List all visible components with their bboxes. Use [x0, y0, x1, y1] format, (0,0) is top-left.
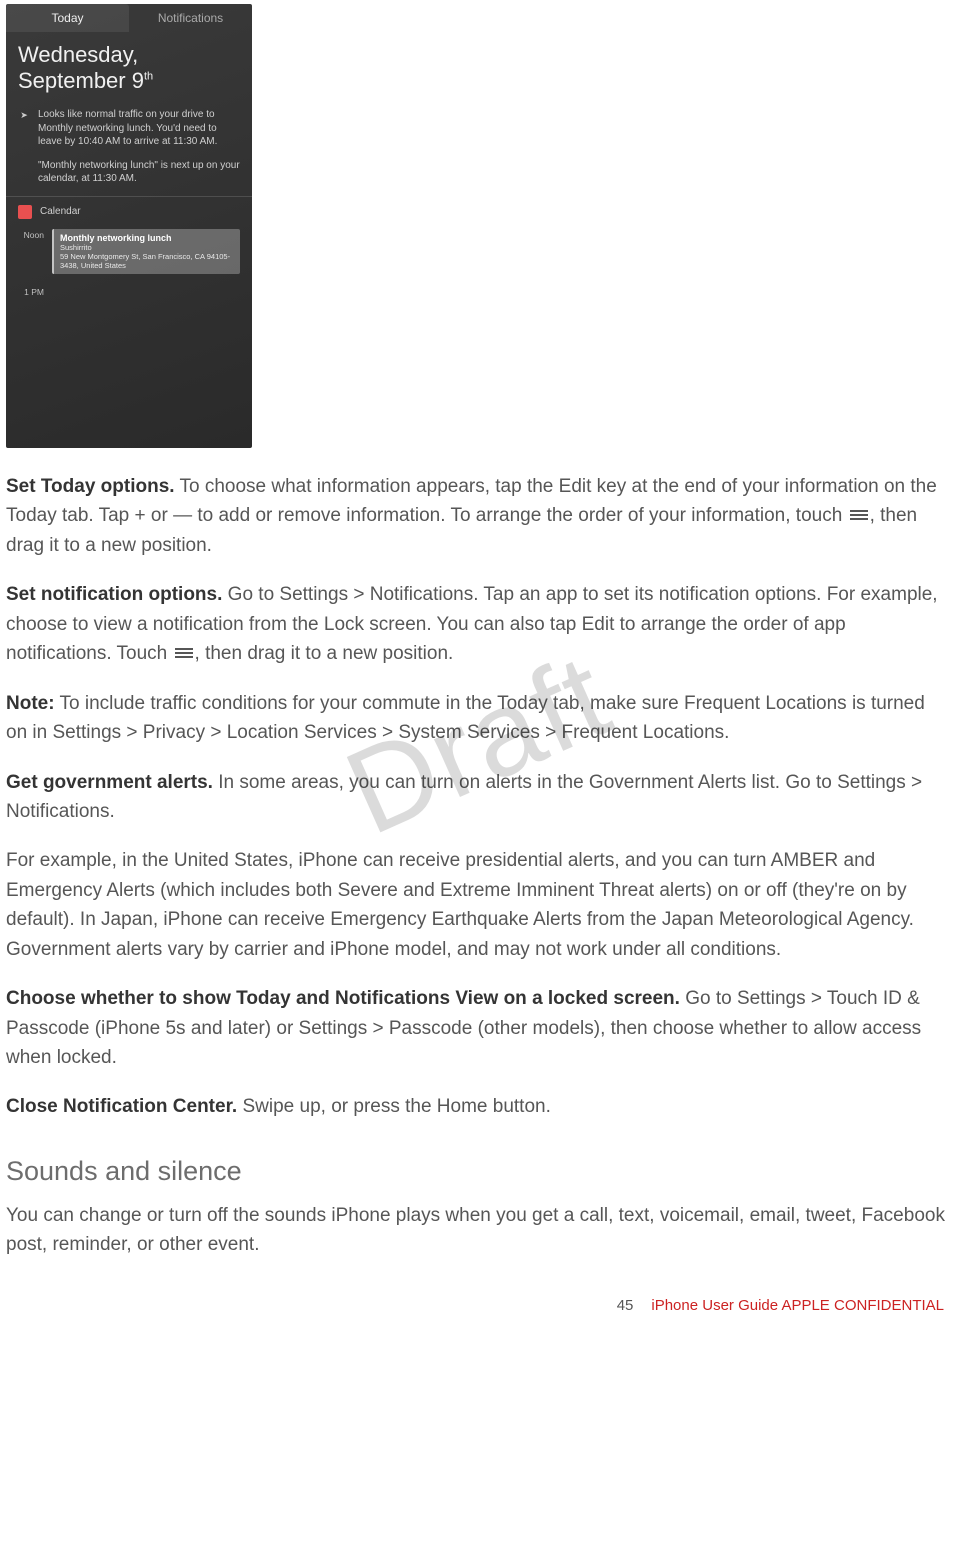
- calendar-icon: [18, 205, 32, 219]
- tab-today[interactable]: Today: [6, 4, 129, 32]
- para-locked-screen: Choose whether to show Today and Notific…: [6, 984, 950, 1072]
- heading-note: Note:: [6, 693, 55, 714]
- calendar-1pm-row: 1 PM: [18, 286, 240, 297]
- tab-notifications[interactable]: Notifications: [129, 4, 252, 32]
- location-arrow-icon: ➤: [18, 109, 30, 121]
- quote-icon: [18, 160, 30, 172]
- calendar-event[interactable]: Monthly networking lunch Sushirrito 59 N…: [52, 229, 240, 274]
- drag-handle-icon: [175, 648, 193, 658]
- traffic-text: Looks like normal traffic on your drive …: [38, 108, 240, 149]
- heading-gov-alerts: Get government alerts.: [6, 772, 213, 793]
- page-footer: 45 iPhone User Guide APPLE CONFIDENTIAL: [617, 1297, 944, 1314]
- event-title: Monthly networking lunch: [60, 233, 234, 243]
- para-close-nc: Close Notification Center. Swipe up, or …: [6, 1092, 950, 1121]
- traffic-widget: ➤ Looks like normal traffic on your driv…: [18, 108, 240, 149]
- next-event-widget: "Monthly networking lunch" is next up on…: [18, 159, 240, 186]
- drag-handle-icon: [850, 510, 868, 520]
- nc-tabs: Today Notifications: [6, 4, 252, 32]
- heading-set-today: Set Today options.: [6, 476, 175, 497]
- heading-set-notifications: Set notification options.: [6, 584, 222, 605]
- page-number: 45: [617, 1297, 634, 1314]
- calendar-label: Calendar: [40, 205, 81, 219]
- tab-today-label: Today: [51, 11, 83, 25]
- date-full: September 9th: [18, 68, 240, 94]
- one-pm-label: 1 PM: [18, 286, 44, 297]
- document-body: Set Today options. To choose what inform…: [0, 448, 956, 1260]
- heading-locked-screen: Choose whether to show Today and Notific…: [6, 988, 680, 1009]
- para-gov-alerts: Get government alerts. In some areas, yo…: [6, 768, 950, 827]
- para-set-today: Set Today options. To choose what inform…: [6, 472, 950, 560]
- today-view-screenshot: Today Notifications Wednesday, September…: [6, 4, 252, 448]
- event-location: Sushirrito: [60, 243, 234, 252]
- noon-label: Noon: [18, 229, 44, 274]
- para-note: Note: To include traffic conditions for …: [6, 689, 950, 748]
- para-set-notifications: Set notification options. Go to Settings…: [6, 580, 950, 668]
- para-sounds-intro: You can change or turn off the sounds iP…: [6, 1201, 950, 1260]
- next-event-text: "Monthly networking lunch" is next up on…: [38, 159, 240, 186]
- section-sounds-silence: Sounds and silence: [6, 1156, 950, 1187]
- calendar-header: Calendar: [18, 205, 240, 219]
- divider: [6, 196, 252, 197]
- date-weekday: Wednesday,: [18, 42, 240, 68]
- heading-close-nc: Close Notification Center.: [6, 1096, 237, 1117]
- tab-notifications-label: Notifications: [158, 11, 223, 25]
- event-address: 59 New Montgomery St, San Francisco, CA …: [60, 252, 234, 270]
- para-gov-alerts-detail: For example, in the United States, iPhon…: [6, 846, 950, 964]
- calendar-noon-row: Noon Monthly networking lunch Sushirrito…: [18, 229, 240, 274]
- footer-text: iPhone User Guide APPLE CONFIDENTIAL: [651, 1297, 944, 1314]
